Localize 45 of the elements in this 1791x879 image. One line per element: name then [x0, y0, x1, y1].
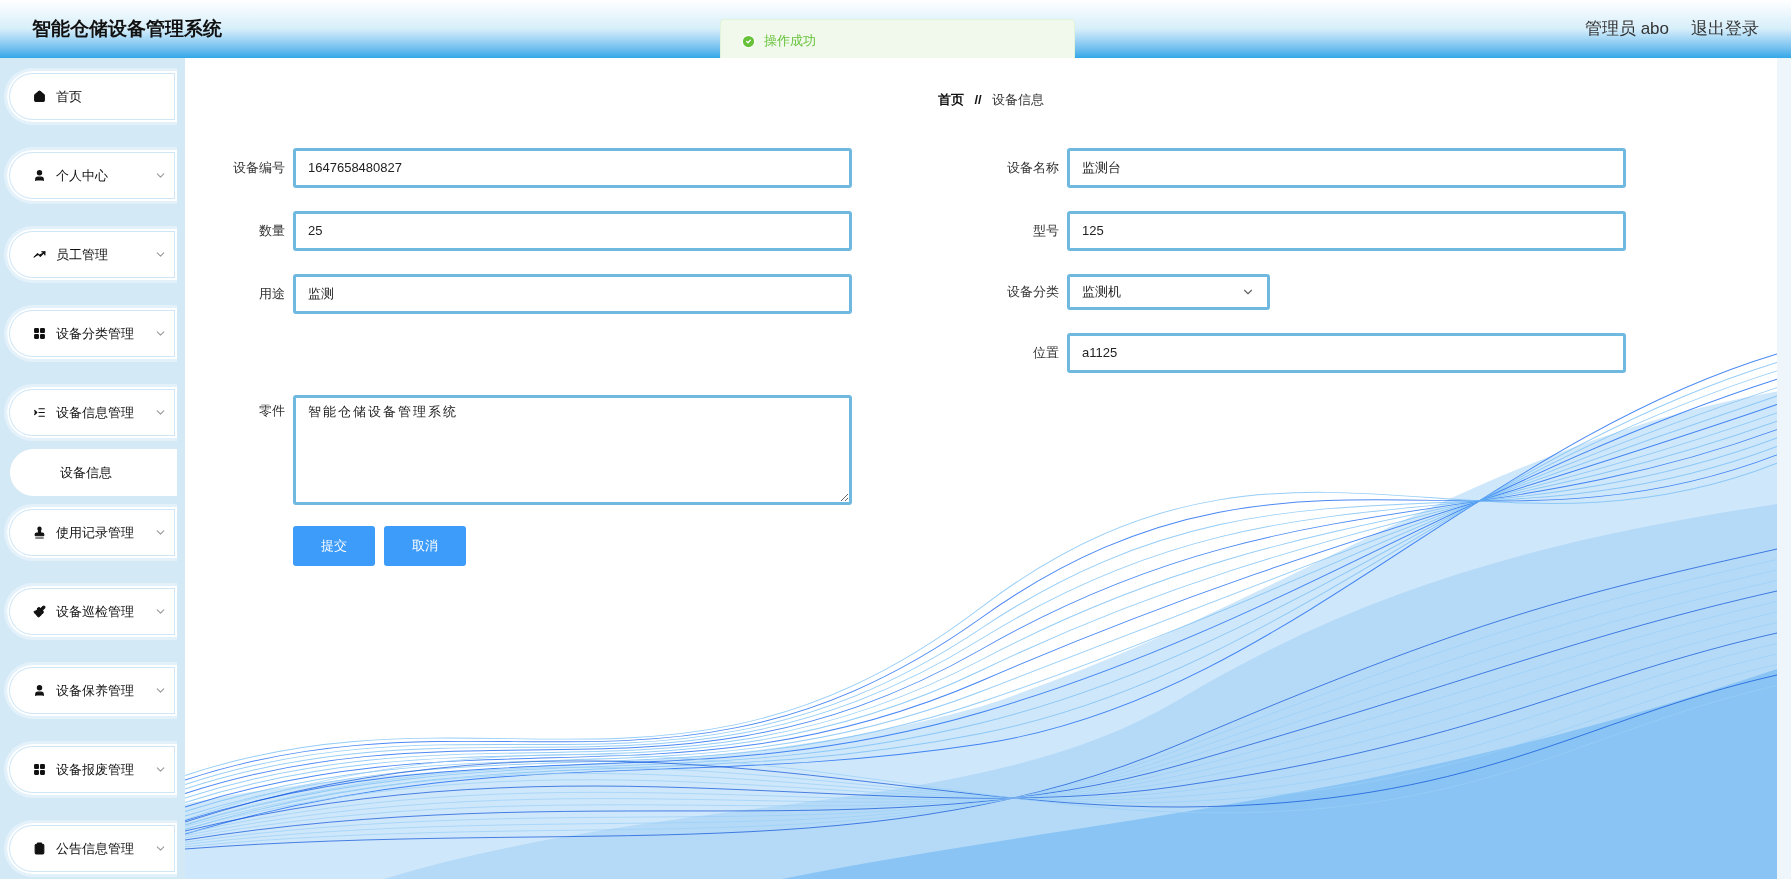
sidebar-subitem[interactable]: 设备信息: [10, 449, 177, 496]
grid-icon: [33, 763, 46, 776]
field-label: 用途: [258, 284, 286, 303]
text-field[interactable]: 1647658480827: [293, 147, 852, 188]
text-field[interactable]: a1125: [1067, 332, 1626, 373]
text-field[interactable]: 25: [293, 210, 852, 251]
text-field[interactable]: 125: [1067, 210, 1626, 251]
breadcrumb-item[interactable]: 首页: [938, 90, 965, 110]
sidebar-item[interactable]: 设备保养管理: [4, 662, 177, 719]
user-icon: [33, 684, 46, 697]
sidebar-item[interactable]: 首页: [4, 68, 177, 125]
select-field[interactable]: 监测机: [1067, 273, 1270, 310]
text-field[interactable]: 监测台: [1067, 147, 1626, 188]
sidebar-item[interactable]: 个人中心: [4, 147, 177, 204]
toast-message: 操作成功: [764, 32, 816, 51]
breadcrumb-separator: //: [974, 91, 982, 109]
sidebar-item[interactable]: 设备分类管理: [4, 305, 177, 362]
stamp-icon: [33, 526, 46, 539]
text-field[interactable]: 监测: [293, 273, 852, 314]
field-label: 设备分类: [1006, 282, 1060, 301]
field-label: 位置: [1032, 343, 1060, 362]
sidebar-item[interactable]: 设备信息管理: [4, 384, 177, 441]
field-label: 数量: [258, 221, 286, 240]
field-label: 零件: [258, 401, 286, 420]
field-label: 设备名称: [1006, 158, 1060, 177]
sidebar-item[interactable]: 设备巡检管理: [4, 583, 177, 640]
sidebar-item[interactable]: 使用记录管理: [4, 504, 177, 561]
sidebar-item[interactable]: 公告信息管理: [4, 820, 177, 877]
check-icon: [741, 33, 756, 49]
logout-link[interactable]: 退出登录: [1691, 16, 1759, 42]
home-icon: [33, 90, 46, 103]
breadcrumb-item: 设备信息: [991, 91, 1044, 109]
user-name: 管理员 abo: [1584, 18, 1669, 41]
chart-icon: [33, 248, 46, 261]
clipboard-icon: [33, 842, 46, 855]
user-icon: [33, 169, 46, 182]
field-label: 设备编号: [232, 158, 286, 177]
sidebar-item[interactable]: 设备报废管理: [4, 741, 177, 798]
field-label: 型号: [1032, 221, 1060, 240]
brush-icon: [33, 605, 46, 618]
list-icon: [33, 406, 46, 419]
grid-icon: [33, 327, 46, 340]
sidebar-item[interactable]: 员工管理: [4, 226, 177, 283]
textarea-field[interactable]: 智能仓储设备管理系统: [293, 394, 852, 505]
app-title: 智能仓储设备管理系统: [32, 16, 222, 41]
